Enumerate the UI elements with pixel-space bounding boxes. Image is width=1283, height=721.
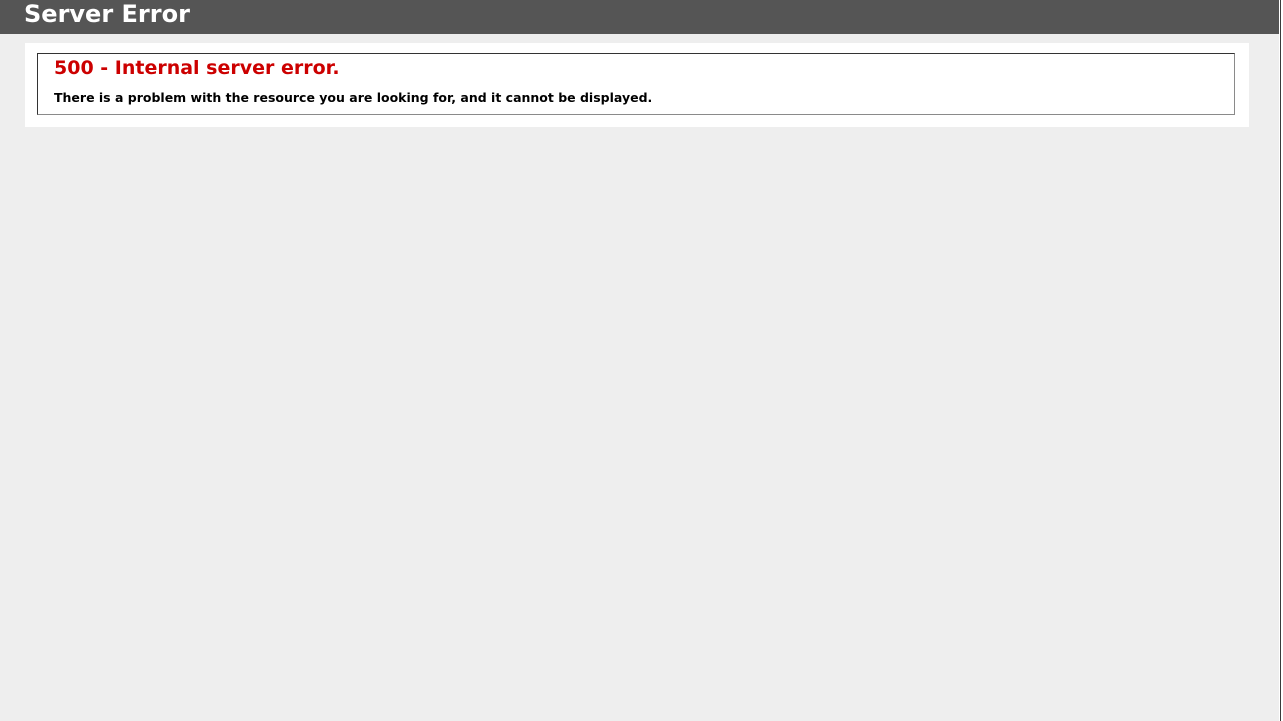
page-title: Server Error xyxy=(24,0,190,28)
window-border xyxy=(1280,0,1281,721)
error-message: There is a problem with the resource you… xyxy=(54,90,653,105)
content-container: 500 - Internal server error. There is a … xyxy=(25,43,1249,127)
server-error-page: Server Error 500 - Internal server error… xyxy=(0,0,1283,721)
header-bar: Server Error xyxy=(0,0,1280,34)
error-box: 500 - Internal server error. There is a … xyxy=(37,53,1235,115)
error-title: 500 - Internal server error. xyxy=(54,57,340,79)
